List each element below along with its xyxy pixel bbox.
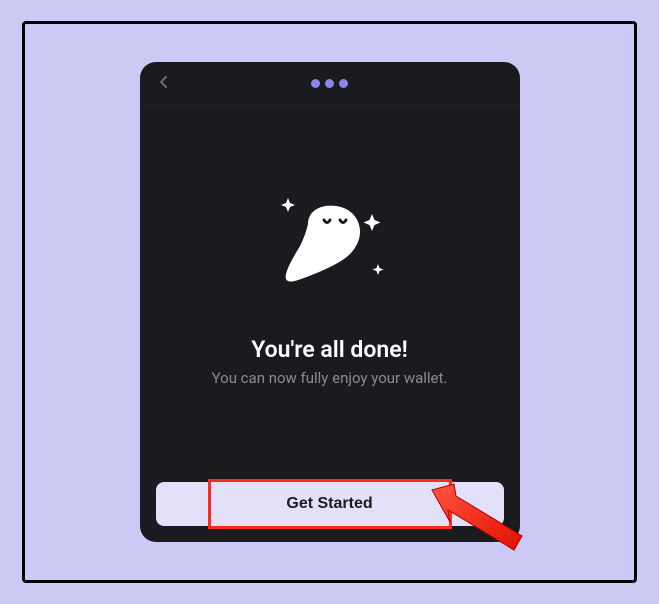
footer: Get Started	[140, 466, 520, 542]
progress-indicator	[311, 79, 348, 88]
completion-title: You're all done!	[251, 336, 408, 363]
completion-subtitle: You can now fully enjoy your wallet.	[212, 369, 448, 387]
button-label: Get Started	[286, 495, 372, 512]
arrow-left-icon	[156, 74, 172, 90]
progress-dot	[311, 79, 320, 88]
ghost-icon	[260, 186, 400, 306]
progress-dot	[325, 79, 334, 88]
progress-dot	[339, 79, 348, 88]
get-started-button[interactable]: Get Started	[156, 482, 504, 526]
screenshot-frame: You're all done! You can now fully enjoy…	[22, 21, 637, 583]
back-button[interactable]	[156, 74, 172, 94]
wallet-onboarding-window: You're all done! You can now fully enjoy…	[140, 62, 520, 542]
content-area: You're all done! You can now fully enjoy…	[140, 106, 520, 466]
ghost-illustration	[260, 186, 400, 306]
window-header	[140, 62, 520, 106]
